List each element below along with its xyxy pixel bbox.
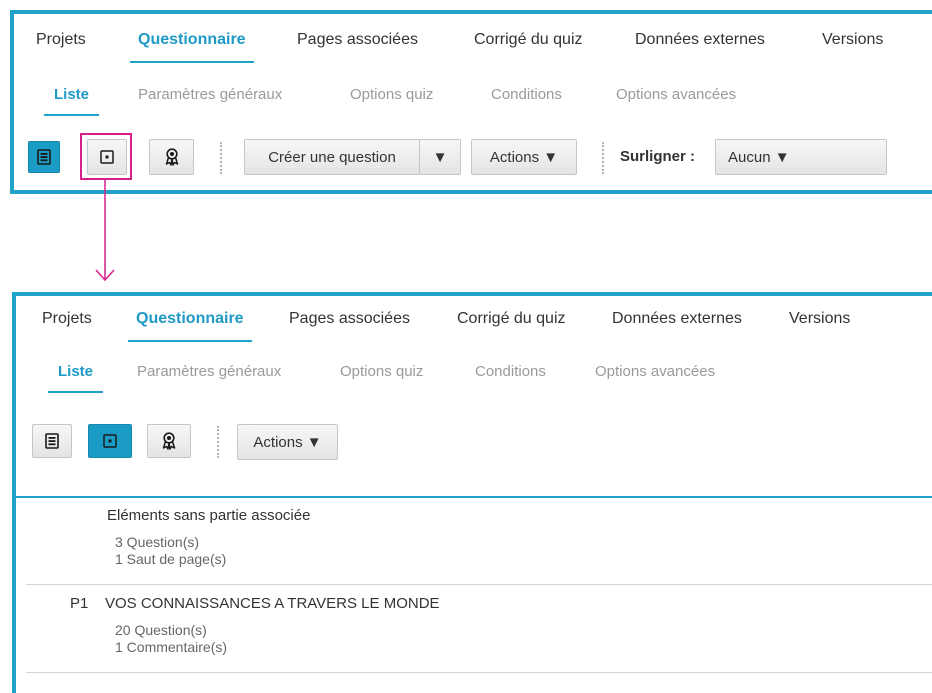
tab-versions[interactable]: Versions <box>822 31 883 49</box>
row-divider <box>26 584 932 585</box>
actions-label: Actions ▼ <box>489 148 559 166</box>
list-item-title: VOS CONNAISSANCES A TRAVERS LE MONDE <box>105 595 440 612</box>
toolbar-separator <box>602 142 604 174</box>
highlight-value: Aucun ▼ <box>728 148 790 166</box>
quiz-view-button[interactable] <box>147 424 191 458</box>
list-item-count: 1 Commentaire(s) <box>115 639 228 655</box>
award-ribbon-icon <box>165 148 178 166</box>
subtab-conditions[interactable]: Conditions <box>475 363 546 380</box>
create-question-dropdown[interactable]: ▼ <box>419 139 461 175</box>
subtab-parametres-generaux[interactable]: Paramètres généraux <box>137 363 281 380</box>
list-divider <box>16 496 932 498</box>
tab-donnees-externes[interactable]: Données externes <box>635 31 765 49</box>
tab-corrige-quiz[interactable]: Corrigé du quiz <box>474 31 583 49</box>
list-item-count: 20 Question(s) <box>115 622 207 638</box>
award-ribbon-icon <box>162 432 176 450</box>
subtab-options-quiz[interactable]: Options quiz <box>350 86 433 103</box>
list-item-title: Eléments sans partie associée <box>107 507 311 524</box>
panel-before: Projets Questionnaire Pages associées Co… <box>10 10 932 194</box>
actions-button[interactable]: Actions ▼ <box>237 424 338 460</box>
actions-button[interactable]: Actions ▼ <box>471 139 577 175</box>
tab-questionnaire[interactable]: Questionnaire <box>128 310 252 342</box>
tab-projets[interactable]: Projets <box>42 310 92 328</box>
tab-projets[interactable]: Projets <box>36 31 86 49</box>
highlight-label: Surligner : <box>620 148 696 165</box>
list-item-count: 1 Saut de page(s) <box>115 551 227 567</box>
highlight-select[interactable]: Aucun ▼ <box>715 139 887 175</box>
subtab-options-quiz[interactable]: Options quiz <box>340 363 423 380</box>
part-code: P1 <box>70 595 89 612</box>
create-question-label: Créer une question <box>268 148 396 166</box>
actions-label: Actions ▼ <box>253 433 322 451</box>
row-divider <box>26 672 932 673</box>
panel-after: Projets Questionnaire Pages associées Co… <box>12 292 932 693</box>
subtab-options-avancees[interactable]: Options avancées <box>616 86 736 103</box>
quiz-view-button[interactable] <box>149 139 194 175</box>
toolbar-separator <box>220 142 222 174</box>
subtab-parametres-generaux[interactable]: Paramètres généraux <box>138 86 282 103</box>
subtab-liste[interactable]: Liste <box>43 86 100 116</box>
list-item-count: 3 Question(s) <box>115 534 200 550</box>
callout-highlight <box>80 133 132 180</box>
subtab-conditions[interactable]: Conditions <box>491 86 562 103</box>
chevron-down-icon: ▼ <box>432 148 448 166</box>
part-view-button[interactable] <box>88 424 132 458</box>
arrow-down-icon <box>95 180 115 282</box>
list-icon <box>37 149 51 165</box>
tab-donnees-externes[interactable]: Données externes <box>612 310 742 328</box>
list-icon <box>45 433 59 449</box>
tab-pages-associees[interactable]: Pages associées <box>297 31 418 49</box>
tab-pages-associees[interactable]: Pages associées <box>289 310 410 328</box>
list-view-button[interactable] <box>28 141 60 173</box>
subtab-options-avancees[interactable]: Options avancées <box>595 363 715 380</box>
subtab-liste[interactable]: Liste <box>47 363 104 393</box>
list-view-button[interactable] <box>32 424 72 458</box>
tab-questionnaire[interactable]: Questionnaire <box>130 31 254 63</box>
tab-corrige-quiz[interactable]: Corrigé du quiz <box>457 310 566 328</box>
create-question-button[interactable]: Créer une question <box>244 139 420 175</box>
square-dot-icon <box>103 434 117 448</box>
toolbar-separator <box>217 426 219 458</box>
tab-versions[interactable]: Versions <box>789 310 850 328</box>
